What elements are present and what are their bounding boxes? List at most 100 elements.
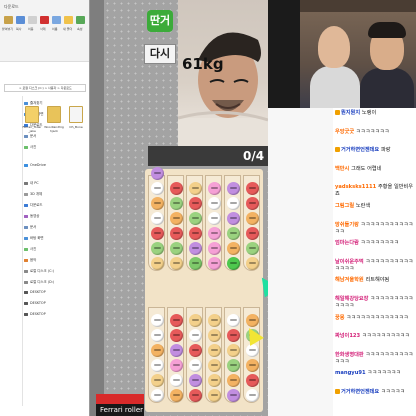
file-icon bbox=[69, 106, 83, 123]
tree-item[interactable]: 사진 bbox=[24, 246, 64, 252]
tree-item[interactable]: 문서 bbox=[24, 133, 64, 139]
tree-item[interactable]: 바탕 화면 bbox=[24, 235, 64, 241]
properties-icon[interactable] bbox=[76, 16, 85, 24]
ball bbox=[246, 374, 259, 387]
tree-item[interactable]: 내 PC bbox=[24, 180, 64, 186]
ball bbox=[151, 344, 164, 357]
tube[interactable] bbox=[148, 307, 165, 403]
tube[interactable] bbox=[186, 175, 203, 271]
ball bbox=[227, 329, 240, 342]
tube[interactable] bbox=[205, 307, 222, 403]
tree-item[interactable]: DESKTOP bbox=[24, 301, 64, 307]
chat-message: 날이쉬운주먹 ㅋㅋㅋㅋㅋㅋㅋㅋㅋㅋㅋㅋㅋㅋ bbox=[335, 259, 415, 273]
folder-icon bbox=[24, 145, 28, 149]
chat-username[interactable]: 거거하면언젠데요 bbox=[341, 389, 381, 395]
chat-text: ㅋㅋㅋㅋㅋㅋㅋㅋ bbox=[360, 240, 399, 247]
ribbon-label: 이동 bbox=[28, 27, 34, 31]
tree-item[interactable]: 사진 bbox=[24, 144, 64, 150]
chat-text: 노란색 bbox=[355, 203, 371, 209]
shelf bbox=[300, 0, 416, 12]
chat-message: 엄마는다람 ㅋㅋㅋㅋㅋㅋㅋㅋ bbox=[335, 240, 415, 247]
chat-username[interactable]: 백만시 bbox=[335, 166, 351, 172]
address-bar[interactable]: > 로컬 디스크 (C:) > 사용자 > 다운로드 bbox=[4, 84, 86, 92]
tube[interactable] bbox=[186, 307, 203, 403]
tree-item[interactable]: 문서 bbox=[24, 224, 64, 230]
ball bbox=[208, 227, 221, 240]
tube[interactable] bbox=[205, 175, 222, 271]
folder-icon bbox=[24, 301, 28, 305]
chat-username[interactable]: mangyu91 bbox=[335, 370, 367, 376]
chat-message: 해남겨울학원 리트해야됨 bbox=[335, 277, 415, 284]
pane-divider[interactable] bbox=[22, 96, 23, 406]
tree-item[interactable]: 로컬 디스크 (C:) bbox=[24, 268, 64, 274]
tree-item[interactable]: 동영상 bbox=[24, 213, 64, 219]
ball bbox=[189, 314, 202, 327]
chat-username[interactable]: 날이쉬운주먹 bbox=[335, 259, 365, 265]
ball bbox=[151, 212, 164, 225]
ball bbox=[246, 344, 259, 357]
ball bbox=[170, 257, 183, 270]
caption-text: Ferrari roller bbox=[96, 404, 144, 416]
tube[interactable] bbox=[243, 175, 260, 271]
folder-icon bbox=[24, 312, 28, 316]
new-folder-icon[interactable] bbox=[64, 16, 73, 24]
ball bbox=[151, 374, 164, 387]
rename-icon[interactable] bbox=[52, 16, 61, 24]
ribbon-label: 붙여넣기 bbox=[2, 27, 14, 31]
chat-username[interactable]: 뭔지뭔지 bbox=[341, 110, 362, 116]
tube[interactable] bbox=[224, 307, 241, 403]
chat-username[interactable]: 우앙굿굿 bbox=[335, 129, 356, 135]
chat-username[interactable]: 꿍몽 bbox=[335, 315, 346, 321]
tube[interactable] bbox=[167, 175, 184, 271]
ball bbox=[170, 212, 183, 225]
tree-item-label: 사진 bbox=[30, 247, 37, 251]
folder-icon bbox=[24, 203, 28, 207]
ball bbox=[208, 374, 221, 387]
tree-item[interactable]: 다운로드 bbox=[24, 202, 64, 208]
move-icon[interactable] bbox=[28, 16, 37, 24]
tree-item-label: 로컬 디스크 (C:) bbox=[30, 269, 54, 273]
tree-item[interactable]: 로컬 디스크 (D:) bbox=[24, 279, 64, 285]
chat-message: 짜넝이123 ㅋㅋㅋㅋㅋㅋㅋㅋㅋㅋ bbox=[335, 333, 415, 340]
retry-button[interactable]: 다시 bbox=[144, 44, 176, 64]
tree-item-label: DESKTOP bbox=[30, 312, 46, 316]
file-item[interactable]: Woodlandhighjack bbox=[44, 106, 64, 133]
ribbon-label: 삭제 bbox=[40, 27, 46, 31]
tree-item-label: 문서 bbox=[30, 225, 37, 229]
delete-icon[interactable] bbox=[40, 16, 49, 24]
tree-item[interactable]: DESKTOP bbox=[24, 290, 64, 296]
paste-icon[interactable] bbox=[4, 16, 13, 24]
player-photo bbox=[178, 0, 268, 150]
tube[interactable] bbox=[224, 175, 241, 271]
address-text: > 로컬 디스크 (C:) > 사용자 > 다운로드 bbox=[19, 86, 72, 90]
file-name: Ferrari_roller_jake bbox=[22, 125, 42, 133]
tree-item[interactable]: 음악 bbox=[24, 257, 64, 263]
chat-text: 그래도 어렵네 bbox=[351, 165, 382, 172]
chat-username[interactable]: 해남겨울학원 bbox=[335, 277, 365, 283]
chat-username[interactable]: 망쉬돌기랑 bbox=[335, 222, 361, 228]
file-item[interactable]: Oh_Bone bbox=[66, 106, 86, 129]
chat-username[interactable]: 해일해강당요장 bbox=[335, 296, 370, 302]
tree-item[interactable]: DESKTOP bbox=[24, 312, 64, 318]
ball bbox=[227, 227, 240, 240]
ball bbox=[208, 389, 221, 402]
tube[interactable] bbox=[243, 307, 260, 403]
folder-icon bbox=[24, 225, 28, 229]
ball bbox=[170, 389, 183, 402]
chat-username[interactable]: yadsksks1111 bbox=[335, 184, 378, 190]
ball bbox=[189, 359, 202, 372]
tube[interactable] bbox=[167, 307, 184, 403]
ball bbox=[189, 182, 202, 195]
ball bbox=[208, 314, 221, 327]
overlay-gap bbox=[268, 108, 333, 416]
chat-username[interactable]: 거거하면언젠데요 bbox=[341, 147, 381, 153]
chat-username[interactable]: 한화생명대판 bbox=[335, 352, 365, 358]
chat-username[interactable]: 짜넝이123 bbox=[335, 333, 362, 339]
tube[interactable] bbox=[148, 167, 165, 271]
tree-item[interactable]: OneDrive bbox=[24, 163, 64, 169]
copy-icon[interactable] bbox=[16, 16, 25, 24]
file-item[interactable]: Ferrari_roller_jake bbox=[22, 106, 42, 133]
chat-username[interactable]: 엄마는다람 bbox=[335, 240, 361, 246]
tree-item[interactable]: 3D 개체 bbox=[24, 191, 64, 197]
chat-username[interactable]: 그림그릴 bbox=[335, 203, 356, 209]
